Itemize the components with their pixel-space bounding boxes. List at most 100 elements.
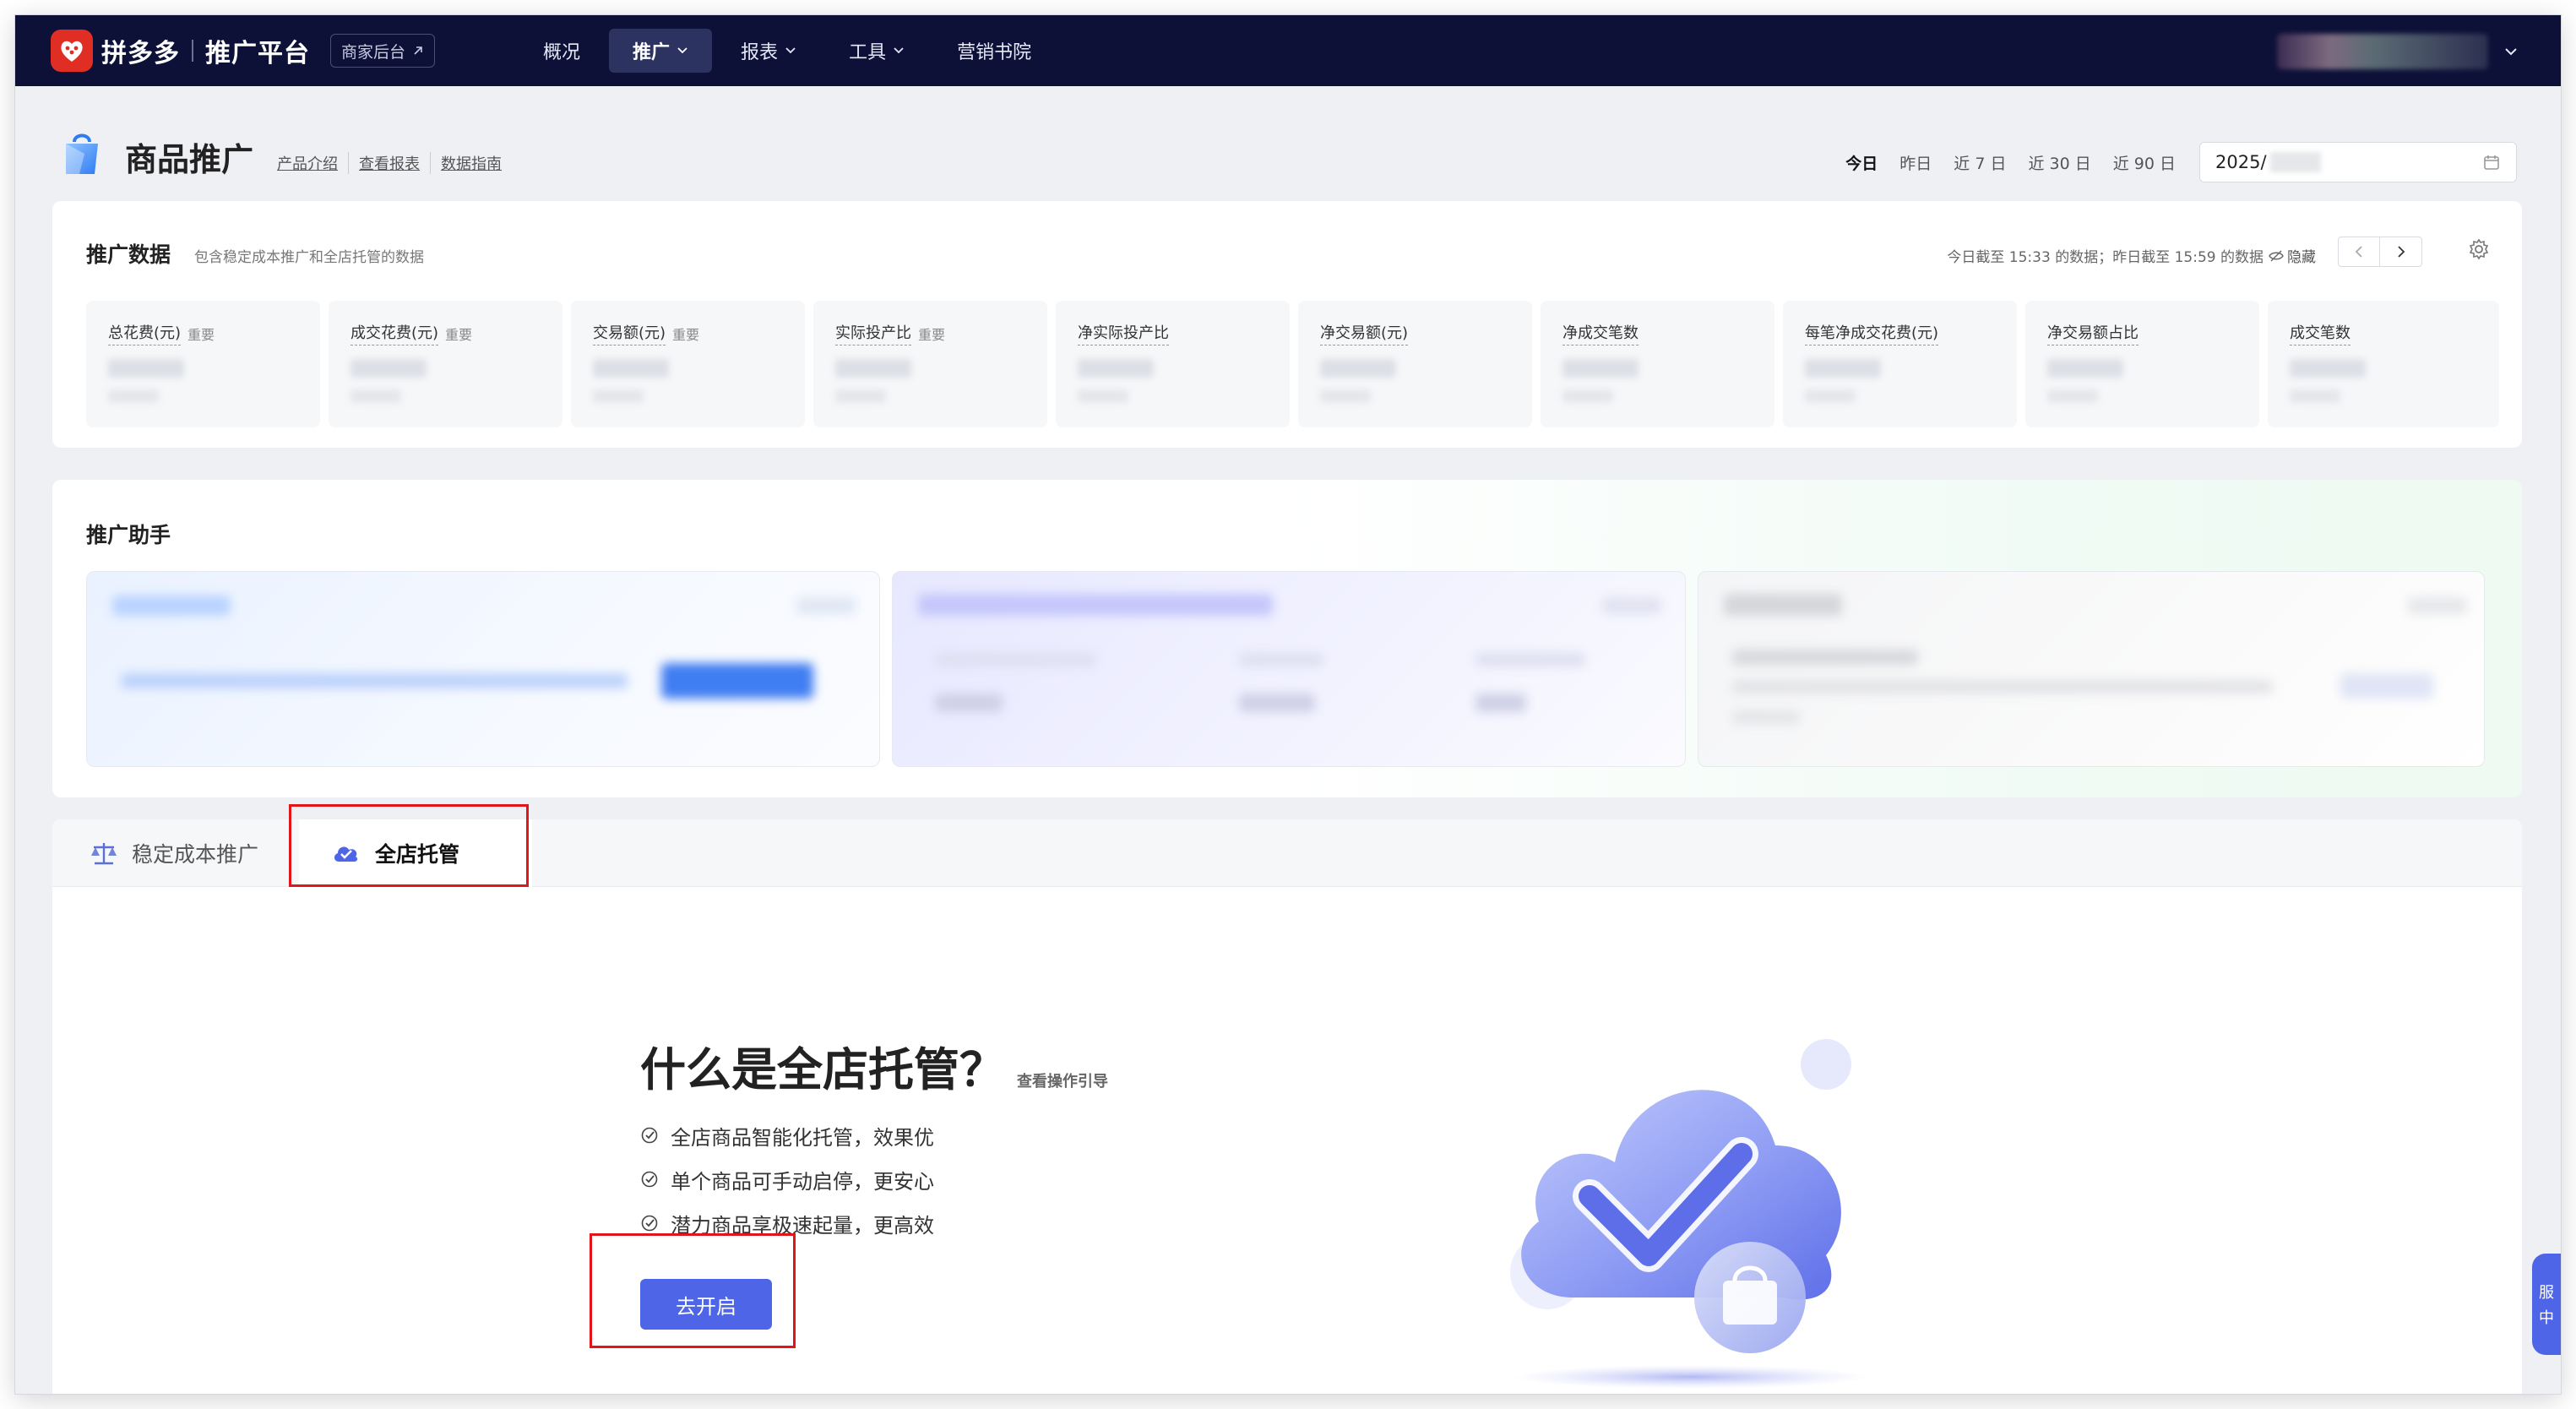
tab-label: 稳定成本推广 [132, 842, 259, 867]
operation-guide-link[interactable]: 查看操作引导 [1017, 1074, 1108, 1090]
data-guide-link[interactable]: 数据指南 [431, 152, 512, 174]
nav-item-academy[interactable]: 营销书院 [933, 29, 1055, 73]
metric-card[interactable]: 成交花费(元) 重要 [329, 301, 562, 427]
metric-card[interactable]: 总花费(元) 重要 [86, 301, 320, 427]
hide-data-toggle[interactable]: 隐藏 [2269, 245, 2316, 266]
logo-divider [192, 40, 193, 62]
logo-text: 拼多多 [101, 39, 180, 68]
gear-icon[interactable] [2468, 238, 2490, 260]
metric-tag: 重要 [445, 326, 473, 343]
metric-compare-redacted [351, 389, 401, 403]
metric-card[interactable]: 成交笔数 [2268, 301, 2499, 427]
metric-label: 净交易额占比 [2047, 321, 2139, 345]
chevron-down-icon [894, 47, 904, 54]
nav-item-reports[interactable]: 报表 [717, 29, 820, 73]
range-30-days[interactable]: 近 30 日 [2028, 151, 2090, 174]
metric-label-row: 成交花费(元) 重要 [351, 321, 541, 345]
user-menu[interactable] [2277, 34, 2519, 69]
metric-value-redacted [351, 359, 427, 378]
nav-item-label: 报表 [741, 42, 779, 63]
hide-label: 隐藏 [2287, 249, 2316, 266]
metric-compare-redacted [2290, 389, 2340, 403]
tile-value-redacted [1239, 694, 1315, 712]
metric-value-redacted [1078, 359, 1154, 378]
pinduoduo-logo-icon [51, 30, 93, 72]
nav-item-overview[interactable]: 概况 [519, 29, 604, 73]
metric-card[interactable]: 交易额(元) 重要 [571, 301, 805, 427]
pager-prev-button[interactable] [2338, 237, 2380, 267]
tile-button-redacted[interactable] [661, 663, 813, 699]
assistant-tiles [86, 571, 2485, 767]
check-circle-icon [641, 1127, 658, 1144]
range-7-days[interactable]: 近 7 日 [1954, 151, 2006, 174]
nav-item-label: 工具 [849, 42, 887, 63]
metric-card[interactable]: 净实际投产比 [1056, 301, 1290, 427]
feature-list: 全店商品智能化托管，效果优 单个商品可手动启停，更安心 潜力商品享极速起量，更高… [640, 1113, 1108, 1245]
metric-compare-redacted [2047, 389, 2098, 403]
metric-value-redacted [1320, 359, 1396, 378]
metric-label: 每笔净成交花费(元) [1805, 321, 1939, 345]
nav-item-promotion[interactable]: 推广 [609, 29, 713, 73]
nav-item-tools[interactable]: 工具 [825, 29, 928, 73]
range-90-days[interactable]: 近 90 日 [2113, 151, 2176, 174]
merchant-link-label: 商家后台 [341, 42, 406, 62]
view-report-link[interactable]: 查看报表 [349, 152, 432, 174]
metric-label: 交易额(元) [593, 321, 666, 345]
metric-card[interactable]: 净交易额(元) [1298, 301, 1532, 427]
promotion-data-card: 推广数据 包含稳定成本推广和全店托管的数据 今日截至 15:33 的数据；昨日截… [52, 201, 2522, 448]
chevron-down-icon [677, 47, 687, 54]
metric-value-redacted [1562, 359, 1639, 378]
tile-tag-redacted [796, 597, 856, 614]
tile-label-redacted [1475, 653, 1585, 666]
tab-stable-cost[interactable]: 稳定成本推广 [90, 819, 258, 887]
metric-value-redacted [2290, 359, 2366, 378]
section-title: 推广助手 [86, 523, 171, 547]
metric-label: 成交花费(元) [351, 321, 439, 345]
product-intro-link[interactable]: 产品介绍 [277, 152, 350, 174]
assistant-tile-redacted[interactable] [86, 571, 880, 767]
chevron-left-icon [2355, 246, 2362, 258]
data-time-note: 今日截至 15:33 的数据；昨日截至 15:59 的数据 隐藏 [1947, 245, 2316, 266]
feature-item: 单个商品可手动启停，更安心 [640, 1157, 1108, 1201]
feature-text: 单个商品可手动启停，更安心 [671, 1169, 934, 1194]
metric-card[interactable]: 实际投产比 重要 [813, 301, 1047, 427]
metric-compare-redacted [1078, 389, 1128, 403]
main-nav: 概况 推广 报表 工具 营销书院 [519, 29, 1055, 73]
tile-label-redacted [935, 653, 1095, 666]
metric-card[interactable]: 净交易额占比 [2025, 301, 2259, 427]
customer-service-widget[interactable]: 服 中 [2532, 1254, 2561, 1355]
header-links: 产品介绍 查看报表 数据指南 [277, 152, 512, 174]
range-yesterday[interactable]: 昨日 [1899, 151, 1932, 174]
tile-title-redacted [112, 596, 231, 616]
nav-item-label: 概况 [543, 42, 581, 63]
tile-button-redacted[interactable] [2340, 673, 2433, 699]
metric-card[interactable]: 净成交笔数 [1541, 301, 1774, 427]
user-account-redacted [2277, 34, 2488, 69]
feature-text: 全店商品智能化托管，效果优 [671, 1125, 934, 1150]
tile-value-redacted [935, 694, 1003, 712]
assistant-tile-redacted[interactable] [892, 571, 1686, 767]
metric-label-row: 每笔净成交花费(元) [1805, 321, 1995, 345]
assistant-tile-redacted[interactable] [1698, 571, 2485, 767]
range-today[interactable]: 今日 [1845, 151, 1878, 174]
metric-label: 实际投产比 [835, 321, 911, 345]
pager-next-button[interactable] [2380, 237, 2422, 267]
metric-card[interactable]: 每笔净成交花费(元) [1783, 301, 2017, 427]
metric-tag: 重要 [187, 326, 215, 343]
metric-label-row: 净实际投产比 [1078, 321, 1268, 345]
check-circle-icon [641, 1215, 658, 1232]
section-title: 推广数据 [86, 242, 171, 267]
nav-item-label: 推广 [633, 42, 671, 63]
shopping-bag-icon [66, 133, 98, 174]
nav-item-label: 营销书院 [957, 42, 1032, 63]
merchant-backend-link[interactable]: 商家后台 [330, 34, 436, 68]
tile-text-redacted [1732, 710, 1800, 724]
date-picker-value: 2025/ [2215, 152, 2267, 172]
app-window: 拼多多 推广平台 商家后台 概况 推广 报表 工具 营销书院 商品推广 产品介绍… [15, 15, 2561, 1394]
logo[interactable]: 拼多多 推广平台 [51, 30, 310, 72]
metric-compare-redacted [108, 389, 159, 403]
date-picker[interactable]: 2025/ [2199, 142, 2517, 182]
top-nav: 拼多多 推广平台 商家后台 概况 推广 报表 工具 营销书院 [15, 15, 2561, 86]
metric-label: 净交易额(元) [1320, 321, 1409, 345]
chevron-down-icon [785, 47, 796, 54]
